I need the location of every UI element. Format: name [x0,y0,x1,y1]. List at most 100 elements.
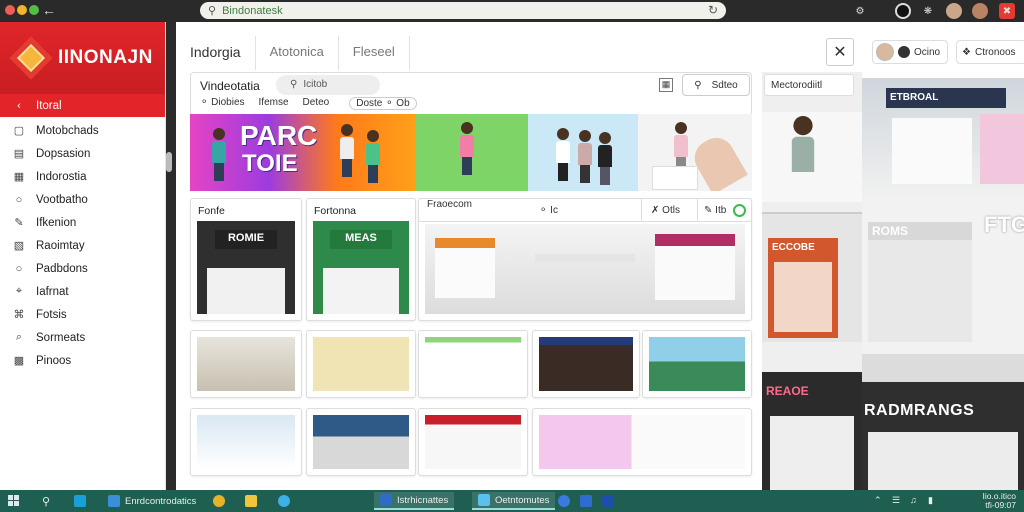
key-icon: ⌘ [13,309,25,321]
chrome-icon[interactable] [213,495,225,507]
sidebar-item-1[interactable]: ▢ Motobchads [0,119,165,142]
promo-tile[interactable] [528,114,638,191]
toolbar-right[interactable]: ✎ Itb [704,205,726,216]
minimize-window-icon[interactable] [17,5,27,15]
maximize-window-icon[interactable] [29,5,39,15]
sidebar-item-6[interactable]: ▧ Raoimtay [0,234,165,257]
sidebar-item-8[interactable]: ⌖ Iafrnat [0,280,165,303]
sidebar-item-0[interactable]: ‹ Itoral [0,94,165,117]
user-icon [898,46,910,58]
close-window-icon[interactable] [5,5,15,15]
search-button[interactable]: ⚲ Sdteo [682,74,750,96]
filter-chip[interactable]: Doste ⚬ Ob [349,97,417,110]
photo-card[interactable] [532,330,640,398]
grid-view-icon[interactable]: ▦ [659,78,673,92]
edge-icon[interactable] [74,495,86,507]
chevron-up-icon[interactable]: ⌃ [874,495,882,506]
battery-icon[interactable]: ▮ [928,495,933,506]
store-card[interactable]: Fonfe ROMIE [190,198,302,321]
avatar [876,43,894,61]
system-clock[interactable]: Iio.o.itico tfi-09:07 [982,492,1016,510]
card-toolbar: Fraoecom ⚬ Ic ✗ Otls ✎ Itb [418,198,752,222]
store-window [322,267,400,314]
search-placeholder: Icitob [303,79,328,90]
photo-card[interactable] [306,408,416,476]
record-icon[interactable] [895,3,911,19]
sidebar-item-label: Iafrnat [36,285,69,298]
photo-card[interactable] [532,408,752,476]
filter-chip[interactable]: Ifemse [259,97,289,110]
tab-fleseel[interactable]: Fleseel [339,36,410,70]
sidebar-item-5[interactable]: ✎ Ifkenion [0,211,165,234]
card-thumbnail [425,224,745,314]
photo-card[interactable] [190,408,302,476]
storefront-left [435,238,495,298]
store-sign: ETBROAL [886,88,1006,108]
sidebar-item-9[interactable]: ⌘ Fotsis [0,303,165,326]
store-window [206,267,286,314]
card-thumbnail [197,415,295,469]
cloud-icon[interactable] [580,495,592,507]
refresh-icon[interactable]: ↻ [708,3,718,17]
taskbar-app[interactable]: Oetntomutes [472,492,556,510]
store-icon[interactable] [602,495,614,507]
photo-card[interactable] [418,330,528,398]
promo-banner[interactable]: PARC TOIE [190,114,416,191]
promo-tile[interactable] [416,114,528,191]
share-button[interactable]: ❖ Ctronoos [956,40,1024,64]
folder-icon[interactable] [245,495,257,507]
sidebar-item-2[interactable]: ▤ Dopsasion [0,142,165,165]
photo-card[interactable] [418,408,528,476]
windows-start-icon[interactable] [8,495,20,507]
profile-button[interactable]: Ocino [872,40,948,64]
search-input[interactable]: ⚲ Icitob [276,75,380,95]
avatar[interactable] [946,3,962,19]
store-card[interactable]: Fortonna MEAS [306,198,416,321]
toolbar-mid[interactable]: ✗ Otls [651,205,680,216]
sidebar-item-4[interactable]: ○ Vootbatho [0,188,165,211]
sidebar-item-label: Fotsis [36,308,67,321]
toolbar-divider [697,199,698,221]
photo-card[interactable] [642,330,752,398]
app-icon[interactable] [558,495,570,507]
sidebar-scrollbar[interactable] [166,152,172,172]
taskbar-app[interactable]: Istrhicnattes [374,492,455,510]
taskbar: ⚲ Enrdcontrodatics Istrhicnattes Oetntom… [0,490,1024,512]
store-sign: RADMRANGS [864,402,975,419]
browser-icon[interactable] [278,495,290,507]
filter-chip[interactable]: ⚬ Diobies [200,97,245,110]
avatar-secondary[interactable] [972,3,988,19]
gear-icon[interactable]: ❋ [920,3,936,19]
close-button[interactable]: ✕ [826,38,854,66]
taskbar-item[interactable]: Enrdcontrodatics [108,493,196,509]
sidebar-item-label: Dopsasion [36,147,91,160]
sidebar-item-11[interactable]: ▩ Pinoos [0,349,165,372]
refresh-icon[interactable] [733,204,746,217]
tab-atotonica[interactable]: Atotonica [256,36,339,70]
photo-card[interactable] [306,330,416,398]
close-icon: ✕ [833,44,847,61]
app-icon [108,495,120,507]
volume-icon[interactable]: ♫ [910,495,917,505]
tile-figure [556,128,570,181]
card-thumbnail [539,337,633,391]
gift-icon[interactable]: ✖ [999,3,1015,19]
sidebar-item-7[interactable]: ○ Padbdons [0,257,165,280]
tab-indorgia[interactable]: Indorgia [176,36,256,70]
settings-icon[interactable]: ⚙ [852,3,868,19]
promo-tile[interactable] [638,114,752,191]
wifi-icon[interactable]: ☰ [892,495,900,506]
photo-label[interactable]: Mectorodiitl [764,74,854,96]
toolbar-left[interactable]: ⚬ Ic [539,205,558,216]
address-bar[interactable]: ⚲ Bindonatesk ↻ [200,2,726,19]
sidebar-item-10[interactable]: ⌕ Sormeats [0,326,165,349]
sidebar-item-3[interactable]: ▦ Indorostia [0,165,165,188]
arrow-left-icon[interactable]: ← [42,2,56,18]
photo-card[interactable] [190,330,302,398]
filter-chip[interactable]: Deteo [303,97,330,110]
search-icon[interactable]: ⚲ [42,495,50,508]
store-window [770,416,854,490]
chart-icon: ▧ [13,240,25,252]
banner-figure [212,128,226,181]
panel-title: Vindeotatia [200,79,260,93]
